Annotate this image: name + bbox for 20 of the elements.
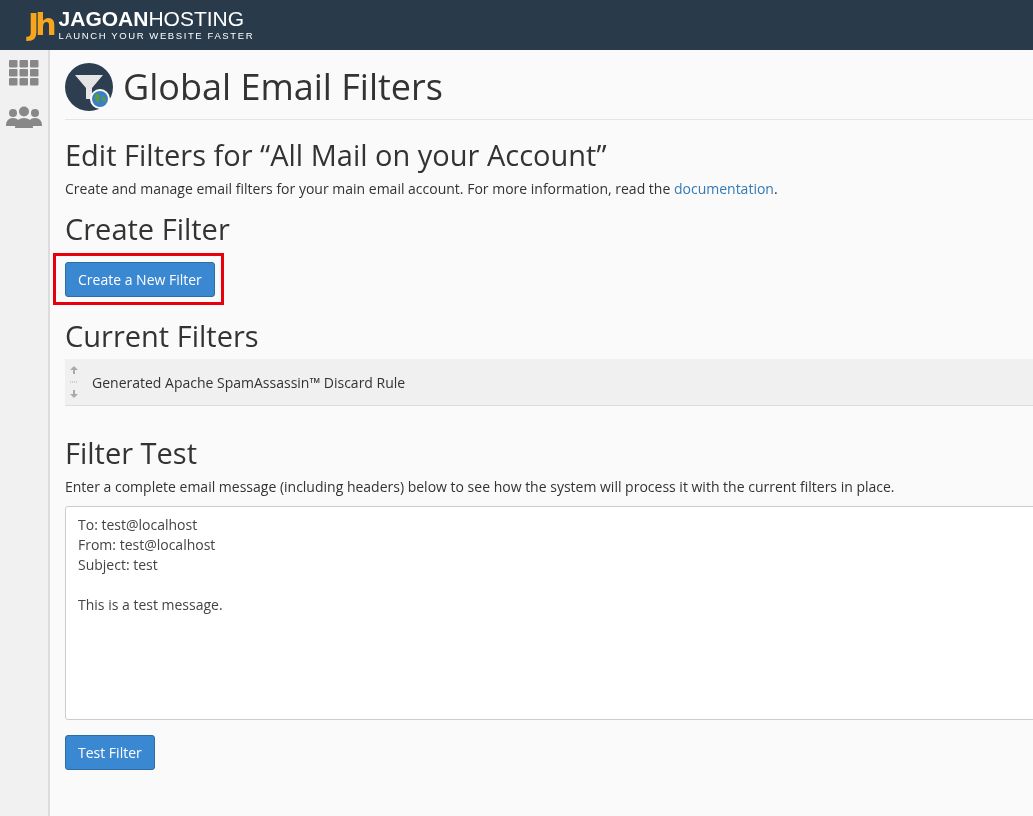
filter-name: Generated Apache SpamAssassin™ Discard Rule bbox=[92, 372, 406, 392]
page-title: Global Email Filters bbox=[123, 62, 443, 111]
test-filter-button[interactable]: Test Filter bbox=[65, 735, 155, 771]
users-icon[interactable] bbox=[6, 106, 42, 128]
filter-globe-icon bbox=[65, 62, 113, 111]
documentation-link[interactable]: documentation bbox=[673, 178, 774, 198]
message-input[interactable]: To: test@localhost From: test@localhost Subject: test This is a test message. bbox=[65, 506, 1033, 721]
logo-mark: Jh bbox=[28, 10, 53, 40]
filter-row[interactable]: Generated Apache SpamAssassin™ Discard Rule bbox=[65, 359, 1033, 407]
section-heading: Filter Test bbox=[65, 436, 199, 472]
section-heading: Current Filters bbox=[65, 318, 260, 354]
reorder-icon[interactable] bbox=[70, 366, 78, 399]
section-heading: Create Filter bbox=[65, 211, 231, 247]
section-description: Create and manage email filters for your main email account. For more information, read the documentation. bbox=[65, 178, 779, 198]
section-description: Enter a complete email message (including headers) below to see how the system will process it with the current filters in place. bbox=[65, 477, 896, 497]
section-heading: Edit Filters for “All Mail on your Account” bbox=[65, 138, 608, 173]
grid-icon[interactable] bbox=[9, 60, 39, 86]
brand-name: JAGOANHOSTING bbox=[58, 8, 246, 30]
create-filter-button[interactable]: Create a New Filter bbox=[65, 261, 215, 297]
brand-tagline: LAUNCH YOUR WEBSITE FASTER bbox=[58, 30, 255, 42]
